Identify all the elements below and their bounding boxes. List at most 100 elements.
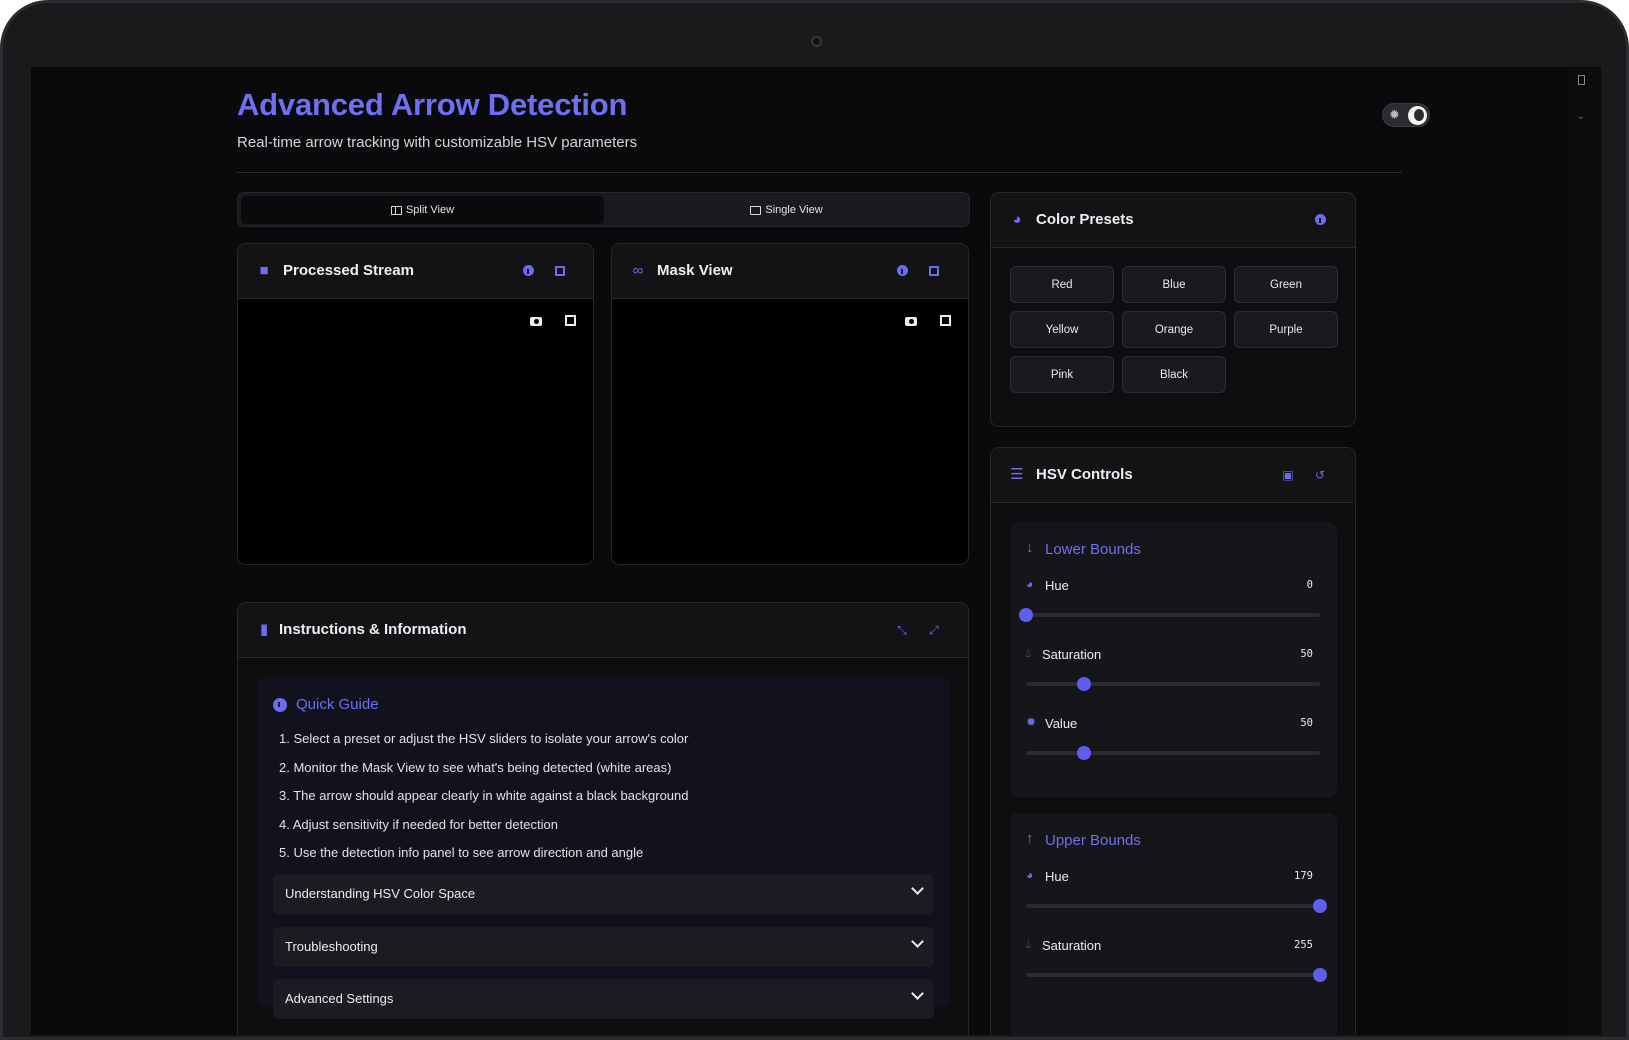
slider-thumb[interactable] — [1076, 677, 1091, 691]
upper-saturation-value: 255 — [1294, 939, 1313, 951]
upper-saturation-label: Saturation — [1042, 938, 1102, 953]
upper-hue-slider[interactable] — [1026, 899, 1327, 913]
browser-viewport: ⌄ Advanced Arrow Detection Real-time arr… — [31, 67, 1601, 1035]
accordion-label: Advanced Settings — [285, 991, 394, 1006]
instructions-title: Instructions & Information — [279, 621, 467, 638]
lower-value-value: 50 — [1300, 717, 1313, 729]
accordion-advanced-settings[interactable]: Advanced Settings — [273, 979, 934, 1019]
slider-thumb[interactable] — [1313, 968, 1327, 982]
lower-bounds-title: Lower Bounds — [1045, 541, 1141, 558]
quick-guide: Quick Guide 1. Select a preset or adjust… — [257, 677, 950, 1019]
preset-yellow-button[interactable]: Yellow — [1010, 311, 1114, 348]
lower-saturation-slider[interactable] — [1026, 677, 1320, 691]
guide-step: 1. Select a preset or adjust the HSV sli… — [279, 731, 689, 746]
camera-snapshot-icon[interactable] — [905, 315, 917, 327]
arrow-down-icon: ↓ — [1026, 539, 1034, 556]
sliders-icon: ☰ — [1010, 466, 1024, 483]
page-title: Advanced Arrow Detection — [237, 87, 628, 122]
expand-icon[interactable] — [927, 264, 941, 278]
preset-pink-button[interactable]: Pink — [1010, 356, 1114, 393]
lower-saturation-label: Saturation — [1042, 647, 1102, 662]
tab-split-view[interactable]: Split View — [241, 196, 604, 224]
laptop-frame: ⌄ Advanced Arrow Detection Real-time arr… — [0, 0, 1629, 1040]
reset-icon[interactable]: ↺ — [1313, 468, 1327, 482]
info-icon — [273, 697, 287, 712]
lower-hue-slider[interactable] — [1019, 608, 1320, 622]
palette-icon: ◕ — [1026, 577, 1034, 591]
theme-toggle[interactable]: ✹ — [1382, 103, 1430, 127]
info-icon[interactable] — [1313, 213, 1327, 227]
mask-view-header: ∞ Mask View — [612, 244, 968, 299]
book-icon: ▮ — [259, 621, 269, 638]
preset-purple-button[interactable]: Purple — [1234, 311, 1338, 348]
split-view-icon — [390, 205, 402, 215]
upper-saturation-slider[interactable] — [1026, 968, 1327, 982]
chevron-down-icon[interactable]: ⌄ — [1577, 111, 1585, 122]
lower-value-slider[interactable] — [1026, 746, 1320, 760]
lower-hue-label: Hue — [1045, 578, 1069, 593]
chevron-down-icon — [911, 935, 924, 948]
color-presets-header: ◕ Color Presets — [991, 193, 1355, 248]
hsv-controls-title: HSV Controls — [1036, 466, 1133, 483]
instructions-header: ▮ Instructions & Information ⤡ ⤢ — [238, 603, 968, 658]
hsv-controls-header: ☰ HSV Controls ▣ ↺ — [991, 448, 1355, 503]
color-presets-card: ◕ Color Presets Red Blue Green Yellow Or… — [990, 192, 1356, 427]
info-icon[interactable] — [521, 264, 535, 278]
sun-icon: ✹ — [1026, 715, 1037, 729]
guide-step: 5. Use the detection info panel to see a… — [279, 845, 644, 860]
scrollbar-up-icon[interactable] — [1578, 75, 1585, 85]
moon-icon — [1408, 106, 1427, 125]
palette-icon: ◕ — [1012, 211, 1022, 228]
preset-green-button[interactable]: Green — [1234, 266, 1338, 303]
mask-icon: ∞ — [632, 262, 644, 279]
maximize-icon[interactable]: ⤢ — [927, 623, 941, 637]
expand-icon[interactable] — [553, 264, 567, 278]
app-page: Advanced Arrow Detection Real-time arrow… — [237, 67, 1430, 1035]
upper-bounds-panel: ↑ Upper Bounds ◕ Hue 179 💧︎ Saturation 2… — [1010, 813, 1337, 1035]
lower-bounds-panel: ↓ Lower Bounds ◕ Hue 0 💧︎ Saturation 50 … — [1010, 522, 1337, 797]
sun-icon: ✹ — [1389, 107, 1400, 122]
upper-hue-value: 179 — [1294, 870, 1313, 882]
info-icon[interactable] — [895, 264, 909, 278]
camera-snapshot-icon[interactable] — [530, 315, 542, 327]
slider-thumb[interactable] — [1313, 899, 1327, 913]
fullscreen-icon[interactable] — [565, 315, 577, 327]
hsv-controls-card: ☰ HSV Controls ▣ ↺ ↓ Lower Bounds ◕ Hue … — [990, 447, 1356, 1035]
guide-step: 4. Adjust sensitivity if needed for bett… — [279, 816, 558, 832]
droplet-icon: 💧︎ — [1026, 646, 1031, 660]
scrollbar[interactable]: ⌄ — [1567, 67, 1601, 1035]
tab-split-label: Split View — [405, 204, 455, 216]
preset-orange-button[interactable]: Orange — [1122, 311, 1226, 348]
save-icon[interactable]: ▣ — [1281, 468, 1295, 482]
page-subtitle: Real-time arrow tracking with customizab… — [237, 134, 638, 151]
quick-guide-steps: 1. Select a preset or adjust the HSV sli… — [279, 729, 689, 872]
slider-thumb[interactable] — [1019, 608, 1033, 622]
processed-stream-header: ■ Processed Stream — [238, 244, 593, 299]
quick-guide-title: Quick Guide — [296, 696, 379, 713]
lower-value-label: Value — [1045, 716, 1078, 731]
chevron-down-icon — [911, 882, 924, 895]
accordion-label: Troubleshooting — [285, 939, 378, 954]
preset-red-button[interactable]: Red — [1010, 266, 1114, 303]
view-mode-tabs: Split View Single View — [237, 192, 970, 227]
lower-hue-value: 0 — [1306, 579, 1313, 591]
accordion-hsv-color-space[interactable]: Understanding HSV Color Space — [273, 874, 934, 914]
palette-icon: ◕ — [1026, 868, 1034, 882]
accordion-label: Understanding HSV Color Space — [285, 886, 476, 901]
preset-blue-button[interactable]: Blue — [1122, 266, 1226, 303]
guide-step: 3. The arrow should appear clearly in wh… — [279, 788, 689, 803]
droplet-icon: 💧︎ — [1026, 937, 1031, 951]
mask-video-feed — [612, 299, 968, 564]
lower-saturation-value: 50 — [1300, 648, 1313, 660]
slider-thumb[interactable] — [1076, 746, 1091, 760]
collapse-icon[interactable]: ⤡ — [895, 623, 909, 637]
header-divider — [237, 172, 1402, 173]
video-camera-icon: ■ — [259, 262, 269, 279]
preset-black-button[interactable]: Black — [1122, 356, 1226, 393]
mask-view-title: Mask View — [657, 262, 733, 279]
accordion-troubleshooting[interactable]: Troubleshooting — [273, 927, 934, 967]
tab-single-view[interactable]: Single View — [605, 196, 968, 224]
fullscreen-icon[interactable] — [940, 315, 952, 327]
upper-hue-label: Hue — [1045, 869, 1069, 884]
guide-step: 2. Monitor the Mask View to see what's b… — [279, 759, 672, 775]
